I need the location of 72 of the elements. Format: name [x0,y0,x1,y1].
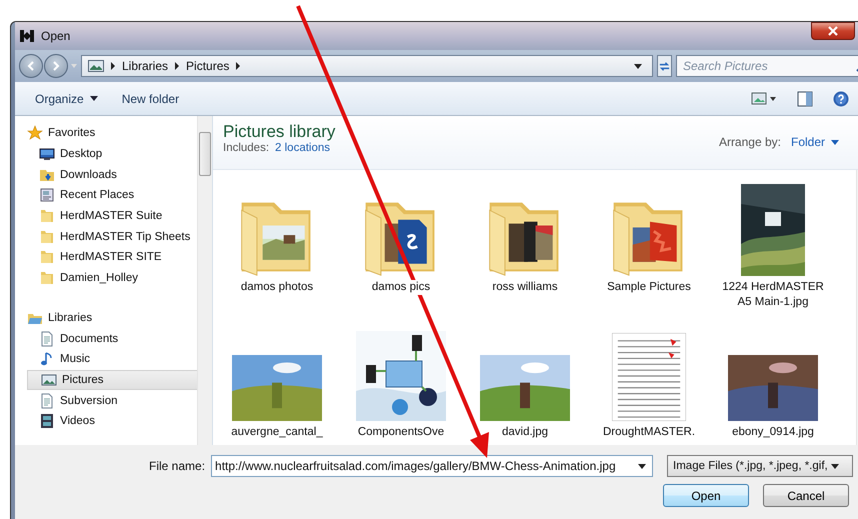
file-type-dropdown[interactable]: Image Files (*.jpg, *.jpeg, *.gif, [667,455,854,477]
nav-item[interactable]: Desktop [39,144,197,164]
caret-icon [830,464,839,468]
desktop-icon [39,146,55,162]
breadcrumb[interactable]: Libraries [122,59,168,73]
folder-icon [39,208,55,224]
organize-button[interactable]: Organize [29,88,104,110]
includes-label: Includes: [223,142,270,154]
app-logo-icon [19,28,35,44]
dialog-button[interactable]: Cancel [763,484,849,507]
refresh-icon [658,60,671,72]
breadcrumb[interactable]: Pictures [186,59,230,73]
refresh-button[interactable] [657,55,672,77]
back-button[interactable] [19,54,43,78]
dropdown-caret-icon[interactable] [634,64,642,68]
nav-item[interactable]: Pictures [27,370,197,390]
search-field[interactable]: Search Pictures [676,55,858,77]
nav-item[interactable]: HerdMASTER SITE [39,247,197,268]
file-name: auvergne_cantal_ [230,425,324,440]
nav-item[interactable]: Subversion [39,390,197,411]
preview-pane-icon[interactable] [797,90,813,106]
caret-icon[interactable] [638,464,646,468]
arrange-dropdown[interactable]: Folder [790,135,839,149]
pictures-icon [88,60,104,72]
chevron-icon[interactable] [235,62,242,70]
address-bar[interactable]: Libraries Pictures [81,55,653,77]
dialog-button[interactable]: Open [663,484,749,507]
nav-item[interactable]: Favorites [27,123,197,144]
folder-icon [39,270,55,286]
file-name: DroughtMASTER. [602,425,696,440]
new-folder-button[interactable]: New folder [116,88,186,110]
folder-icon [39,249,55,266]
arrange-label: Arrange by: [718,135,781,149]
caret-icon [831,140,839,144]
file-name: Sample Pictures [606,280,692,295]
view-icon[interactable] [751,92,777,106]
document-icon [39,330,55,347]
file-name: damos pics [370,280,432,295]
pictures-icon [41,372,57,388]
close-icon [828,26,838,36]
nav-item[interactable]: Downloads [39,164,197,186]
caret-icon [90,96,98,101]
file-name: 1224 HerdMASTER A5 Main-1.jpg [721,280,825,310]
window-title: Open [41,29,70,43]
file-name: ebony_0914.jpg [731,425,815,440]
file-name: ross williams [491,280,559,295]
nav-item[interactable]: Videos [39,410,197,432]
library-title: Pictures library [223,122,336,142]
nav-item[interactable]: Documents [39,328,197,349]
forward-button[interactable] [44,54,68,78]
chevron-icon[interactable] [110,62,116,70]
star-icon [27,125,43,142]
help-icon[interactable] [833,90,849,106]
file-name: ComponentsOve [356,425,446,440]
close-button[interactable] [811,22,855,40]
scrollbar[interactable] [197,116,212,445]
video-icon [39,413,55,430]
chevron-icon[interactable] [174,62,180,70]
file-name-field[interactable]: http://www.nuclearfruitsalad.com/images/gallery/BMW-Chess-Animation.jpg [211,455,654,477]
file-name-label: File name: [149,459,206,473]
nav-item[interactable]: HerdMASTER Tip Sheets [39,226,197,248]
locations-link[interactable]: 2 locations [275,142,330,154]
recent-icon [39,187,55,204]
document-icon [39,392,55,409]
nav-item[interactable]: Music [39,348,197,370]
folder-icon [39,228,55,245]
nav-item[interactable]: HerdMASTER Suite [39,206,197,226]
file-name: david.jpg [500,425,550,440]
file-name: damos photos [240,280,314,295]
nav-item[interactable]: Recent Places [39,185,197,206]
nav-item[interactable]: Damien_Holley [39,268,197,288]
nav-item[interactable]: Libraries [27,308,197,328]
